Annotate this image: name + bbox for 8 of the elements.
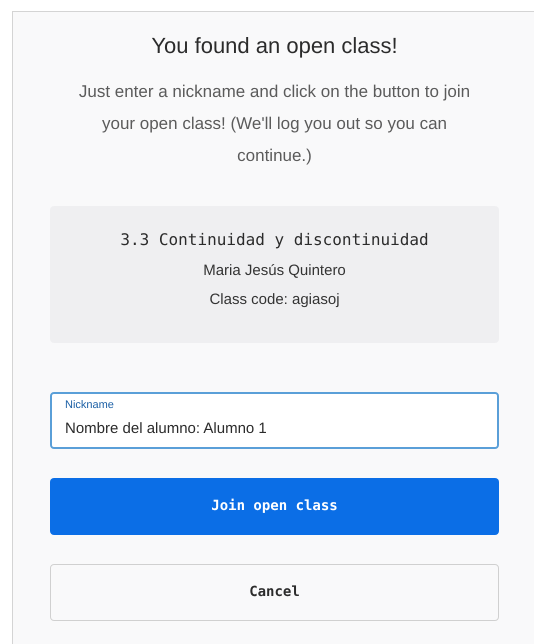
nickname-label: Nickname [65,399,114,412]
teacher-name: Maria Jesús Quintero [203,261,346,281]
dialog-message: Just enter a nickname and click on the button to join your open class! (We'll log you out so you can continue.) [78,81,472,167]
dialog-title: You found an open class! [151,32,398,60]
cancel-button[interactable]: Cancel [50,564,499,621]
class-name: 3.3 Continuidad y discontinuidad [120,229,429,251]
join-button[interactable]: Join open class [50,478,499,535]
class-code: Class code: agiasoj [209,290,340,310]
